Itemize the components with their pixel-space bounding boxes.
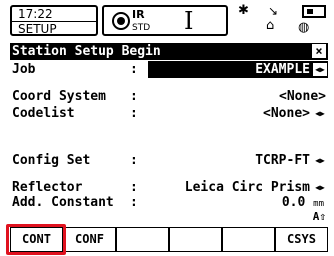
level-icon: ⌂ [266, 18, 275, 33]
shift-indicator: A⇧ [312, 210, 326, 223]
mode-label: SETUP [18, 22, 57, 36]
config-set-value[interactable]: TCRP-FT [255, 152, 310, 169]
text-cursor-icon: I [184, 7, 194, 35]
softkey-f4[interactable] [169, 227, 222, 252]
add-constant-label: Add. Constant [12, 195, 114, 210]
list-toggle-icon[interactable]: ◀▶ [313, 181, 327, 194]
softkey-f5[interactable] [222, 227, 275, 252]
list-toggle-icon[interactable]: ◀▶ [313, 107, 327, 120]
job-label: Job [12, 62, 36, 77]
conf-button[interactable]: CONF [63, 227, 116, 252]
status-bar: 17:22 SETUP IR STD I ✱ ↘ ⌂ ◍ [0, 0, 334, 41]
measure-mode: IR [132, 8, 145, 21]
dialog-title-bar: Station Setup Begin × [10, 43, 328, 60]
list-toggle-icon[interactable]: ◀▶ [313, 63, 327, 76]
add-constant-value: 0.0 [281, 195, 306, 210]
cont-highlight-box [6, 224, 66, 255]
bluetooth-star-icon: ✱ [238, 3, 249, 18]
csys-button[interactable]: CSYS [275, 227, 328, 252]
dialog-title: Station Setup Begin [12, 44, 161, 59]
prism-icon [112, 12, 130, 30]
measure-submode: STD [132, 23, 151, 33]
compensator-icon: ↘ [268, 4, 279, 18]
coord-system-row: Coord System : <None> [12, 89, 326, 104]
softkey-f3[interactable] [116, 227, 169, 252]
close-button[interactable]: × [312, 44, 326, 58]
job-select[interactable]: EXAMPLE ◀▶ [148, 61, 328, 78]
time-mode-box: 17:22 SETUP [10, 5, 98, 36]
coord-system-value: <None> [279, 89, 326, 104]
config-set-row: Config Set : TCRP-FT ◀▶ [10, 152, 328, 169]
add-constant-line: Add. Constant : 0.0 mm [12, 195, 324, 210]
coord-system-label: Coord System [12, 89, 106, 104]
codelist-label: Codelist [12, 106, 75, 121]
job-row: Job : EXAMPLE ◀▶ [10, 61, 328, 78]
add-constant-unit: mm [313, 199, 324, 209]
codelist-value[interactable]: <None> [263, 105, 310, 122]
lock-icon: ◍ [298, 20, 310, 35]
battery-icon [302, 5, 326, 18]
list-toggle-icon[interactable]: ◀▶ [313, 154, 327, 167]
codelist-row: Codelist : <None> ◀▶ [10, 105, 328, 122]
config-set-label: Config Set [12, 153, 91, 168]
clock-time: 17:22 [18, 7, 53, 21]
measure-mode-box[interactable]: IR STD I [102, 5, 228, 36]
job-value: EXAMPLE [255, 62, 310, 77]
